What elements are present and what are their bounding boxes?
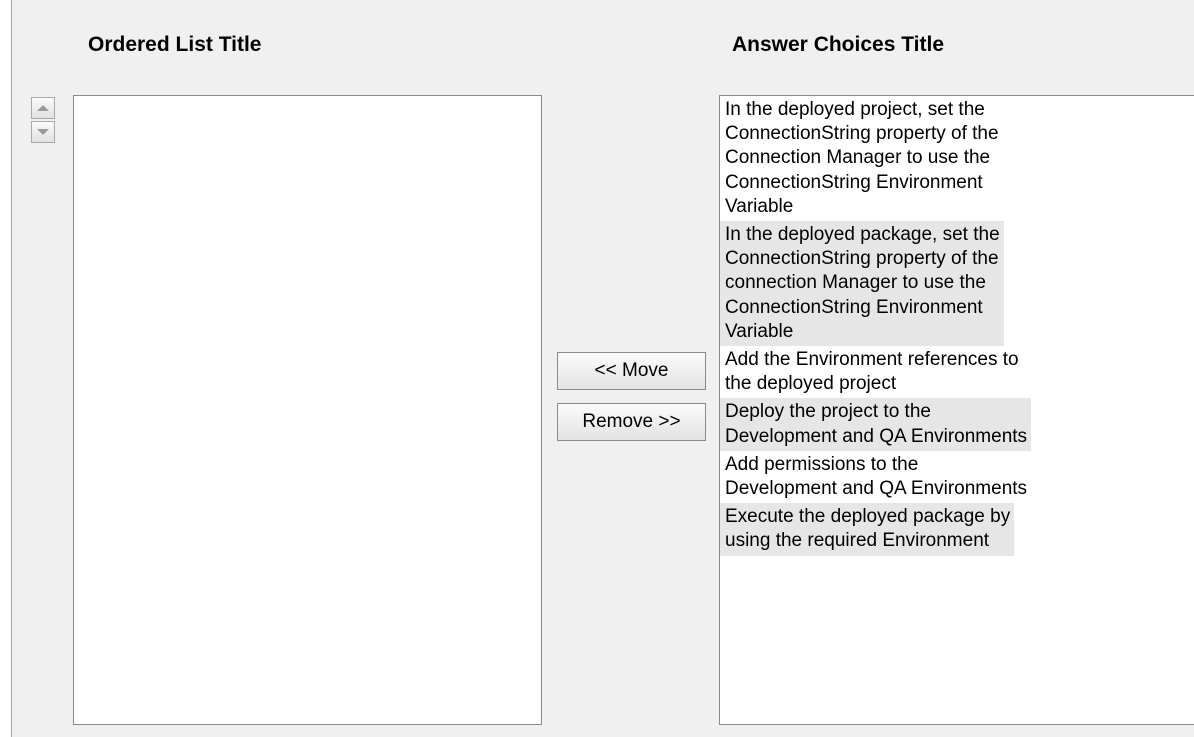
answer-choice-item[interactable]: In the deployed project, set the Connecti… [720,96,1003,221]
answer-choice-item[interactable]: In the deployed package, set the Connecti… [720,221,1004,347]
move-button[interactable]: << Move [557,352,706,390]
answer-choice-item[interactable]: Deploy the project to the Development and… [720,398,1032,451]
ordered-list-title: Ordered List Title [88,33,262,56]
answer-choice-item[interactable]: Execute the deployed package by using the… [720,503,1015,556]
move-up-button[interactable] [31,97,55,119]
triangle-down-icon [37,129,49,135]
move-down-button[interactable] [31,121,55,143]
triangle-up-icon [37,105,49,111]
answer-choices-list[interactable]: In the deployed project, set the Connecti… [719,95,1194,725]
answer-choice-item[interactable]: Add the Environment references to the dep… [720,346,1023,398]
remove-button[interactable]: Remove >> [557,403,706,441]
answer-choice-item[interactable]: Add permissions to the Development and QA… [720,451,1031,503]
answer-choices-title: Answer Choices Title [732,33,945,56]
ordered-list-box[interactable] [73,95,542,725]
